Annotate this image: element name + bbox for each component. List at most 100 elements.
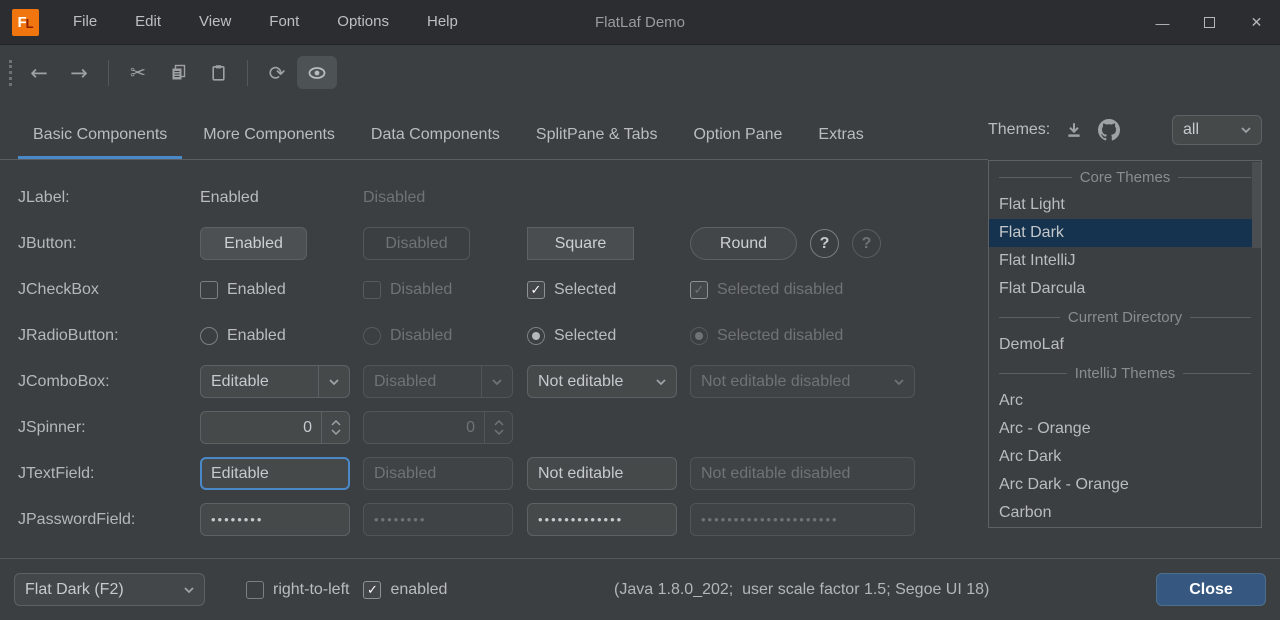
- forward-button[interactable]: →: [59, 56, 99, 89]
- chevron-down-icon[interactable]: [646, 366, 676, 397]
- minimize-button[interactable]: —: [1139, 0, 1186, 45]
- chevron-down-icon[interactable]: [174, 574, 204, 605]
- demo-panel: Basic Components More Components Data Co…: [0, 100, 988, 558]
- menubar: File Edit View Font Options Help: [54, 0, 477, 44]
- window-controls: — ✕: [1139, 0, 1280, 45]
- menu-view[interactable]: View: [180, 0, 250, 44]
- passwordfield-not-editable-disabled: •••••••••••••••••••••: [690, 503, 915, 536]
- radio-enabled[interactable]: Enabled: [200, 327, 286, 345]
- refresh-icon: ⟳: [269, 61, 286, 85]
- theme-flat-dark[interactable]: Flat Dark: [989, 219, 1261, 247]
- textfield-editable[interactable]: Editable: [200, 457, 350, 490]
- theme-flat-intellij[interactable]: Flat IntelliJ: [989, 247, 1261, 275]
- tab-basic-components[interactable]: Basic Components: [18, 126, 182, 159]
- spinner-buttons[interactable]: [321, 412, 349, 443]
- toolbar-separator: [247, 60, 248, 86]
- spinner-enabled[interactable]: 0: [200, 411, 350, 444]
- round-button[interactable]: Round: [690, 227, 797, 260]
- passwordfield-editable[interactable]: ••••••••: [200, 503, 350, 536]
- enabled-button[interactable]: Enabled: [200, 227, 307, 260]
- tab-more-components[interactable]: More Components: [188, 126, 350, 159]
- paste-button[interactable]: [198, 56, 238, 89]
- chevron-down-icon[interactable]: [319, 366, 349, 397]
- chevron-down-icon[interactable]: [1231, 116, 1261, 144]
- radio-selected[interactable]: Selected: [527, 327, 616, 345]
- menu-file[interactable]: File: [54, 0, 116, 44]
- scrollbar-thumb[interactable]: [1252, 162, 1261, 248]
- chevron-down-icon: [482, 366, 512, 397]
- checkbox-enabled[interactable]: Enabled: [200, 281, 286, 299]
- passwordfield-disabled: ••••••••: [363, 503, 513, 536]
- minimize-icon: —: [1156, 15, 1170, 31]
- show-hidden-toggle-button[interactable]: [297, 56, 337, 89]
- close-button[interactable]: Close: [1156, 573, 1266, 606]
- copy-button[interactable]: [158, 56, 198, 89]
- textfield-not-editable[interactable]: Not editable: [527, 457, 677, 490]
- jpasswordfield-row-label: JPasswordField:: [18, 503, 200, 536]
- help-button[interactable]: ?: [810, 229, 839, 258]
- checkbox-icon: [363, 281, 381, 299]
- forward-icon: →: [70, 61, 88, 85]
- toolbar-separator: [108, 60, 109, 86]
- theme-arc[interactable]: Arc: [989, 387, 1261, 415]
- theme-arc-orange[interactable]: Arc - Orange: [989, 415, 1261, 443]
- combobox-editable[interactable]: Editable: [200, 365, 350, 398]
- spinner-buttons: [484, 412, 512, 443]
- statusbar: Flat Dark (F2) right-to-left ✓ enabled (…: [0, 558, 1280, 620]
- status-info: (Java 1.8.0_202; user scale factor 1.5; …: [461, 581, 1142, 599]
- menu-help[interactable]: Help: [408, 0, 477, 44]
- toolbar-grip[interactable]: [9, 60, 12, 86]
- github-link-button[interactable]: [1098, 119, 1120, 141]
- radio-selected-icon: [690, 327, 708, 345]
- toolbar: ← → ✂ ⟳: [0, 45, 1280, 100]
- maximize-button[interactable]: [1186, 0, 1233, 45]
- laf-combobox[interactable]: Flat Dark (F2): [14, 573, 205, 606]
- tab-option-pane[interactable]: Option Pane: [678, 126, 797, 159]
- themes-filter-combobox[interactable]: all: [1172, 115, 1262, 145]
- checkbox-checked-icon: ✓: [527, 281, 545, 299]
- textfield-not-editable-disabled: Not editable disabled: [690, 457, 915, 490]
- right-to-left-checkbox[interactable]: right-to-left: [246, 581, 349, 599]
- cut-button[interactable]: ✂: [118, 56, 158, 89]
- main-content: Basic Components More Components Data Co…: [0, 100, 1280, 558]
- download-theme-button[interactable]: [1065, 121, 1083, 139]
- themes-header: Themes: all: [988, 100, 1262, 160]
- menu-edit[interactable]: Edit: [116, 0, 180, 44]
- back-button[interactable]: ←: [19, 56, 59, 89]
- checkbox-icon: [200, 281, 218, 299]
- tab-extras[interactable]: Extras: [803, 126, 878, 159]
- checkbox-selected-disabled: ✓Selected disabled: [690, 281, 843, 299]
- theme-arc-dark[interactable]: Arc Dark: [989, 443, 1261, 471]
- app-logo-icon: FL: [12, 9, 39, 36]
- list-separator-current-directory: Current Directory: [989, 303, 1261, 331]
- list-separator-core-themes: Core Themes: [989, 163, 1261, 191]
- jbutton-row-label: JButton:: [18, 227, 200, 260]
- checkbox-selected[interactable]: ✓Selected: [527, 281, 616, 299]
- themes-label: Themes:: [988, 121, 1050, 139]
- github-icon: [1098, 119, 1120, 141]
- tabbed-pane: Basic Components More Components Data Co…: [0, 100, 988, 160]
- theme-demolaf[interactable]: DemoLaf: [989, 331, 1261, 359]
- close-window-button[interactable]: ✕: [1233, 0, 1280, 45]
- enabled-checkbox[interactable]: ✓ enabled: [363, 581, 447, 599]
- menu-font[interactable]: Font: [250, 0, 318, 44]
- theme-flat-darcula[interactable]: Flat Darcula: [989, 275, 1261, 303]
- tab-splitpane-tabs[interactable]: SplitPane & Tabs: [521, 126, 673, 159]
- square-button[interactable]: Square: [527, 227, 634, 260]
- checkbox-disabled: Disabled: [363, 281, 452, 299]
- maximize-icon: [1204, 17, 1215, 28]
- combobox-not-editable[interactable]: Not editable: [527, 365, 677, 398]
- refresh-button[interactable]: ⟳: [257, 56, 297, 89]
- theme-arc-dark-orange[interactable]: Arc Dark - Orange: [989, 471, 1261, 499]
- menu-options[interactable]: Options: [318, 0, 408, 44]
- jlabel-row-label: JLabel:: [18, 181, 200, 214]
- copy-icon: [170, 64, 187, 81]
- theme-flat-light[interactable]: Flat Light: [989, 191, 1261, 219]
- passwordfield-not-editable[interactable]: •••••••••••••: [527, 503, 677, 536]
- theme-carbon[interactable]: Carbon: [989, 499, 1261, 527]
- radio-selected-icon: [527, 327, 545, 345]
- tab-data-components[interactable]: Data Components: [356, 126, 515, 159]
- jradiobutton-row-label: JRadioButton:: [18, 319, 200, 352]
- checkbox-checked-icon: ✓: [363, 581, 381, 599]
- cut-icon: ✂: [130, 62, 146, 84]
